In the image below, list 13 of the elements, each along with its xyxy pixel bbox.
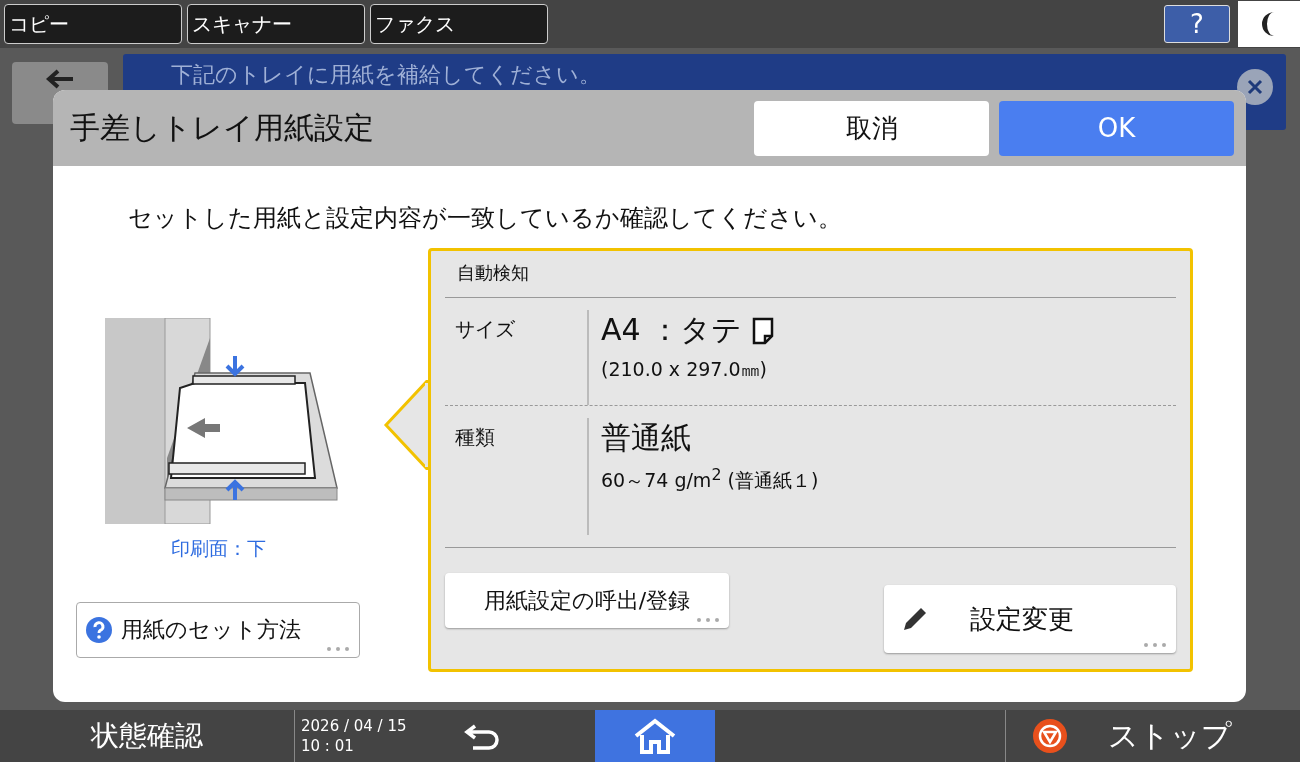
size-detail: (210.0 x 297.0㎜) — [601, 357, 768, 382]
dialog-title: 手差しトレイ用紙設定 — [70, 108, 375, 147]
size-value: A4 ：タテ — [601, 311, 743, 349]
weight-detail: 60～74 g/m$^{2}$ (普通紙１) — [601, 465, 819, 494]
date-text: 2026 / 04 / 15 — [301, 716, 408, 736]
type-value: 普通紙 — [601, 419, 691, 457]
type-label: 種類 — [455, 424, 496, 451]
panel-heading: 自動検知 — [445, 251, 1176, 298]
time-text: 10 : 01 — [301, 736, 355, 756]
notice-text: 下記のトレイに用紙を補給してください。 — [171, 61, 601, 89]
size-label: サイズ — [455, 316, 516, 343]
instruction-text: セットした用紙と設定内容が一致しているか確認してください。 — [127, 203, 843, 234]
print-side-caption: 印刷面：下 — [170, 536, 266, 561]
